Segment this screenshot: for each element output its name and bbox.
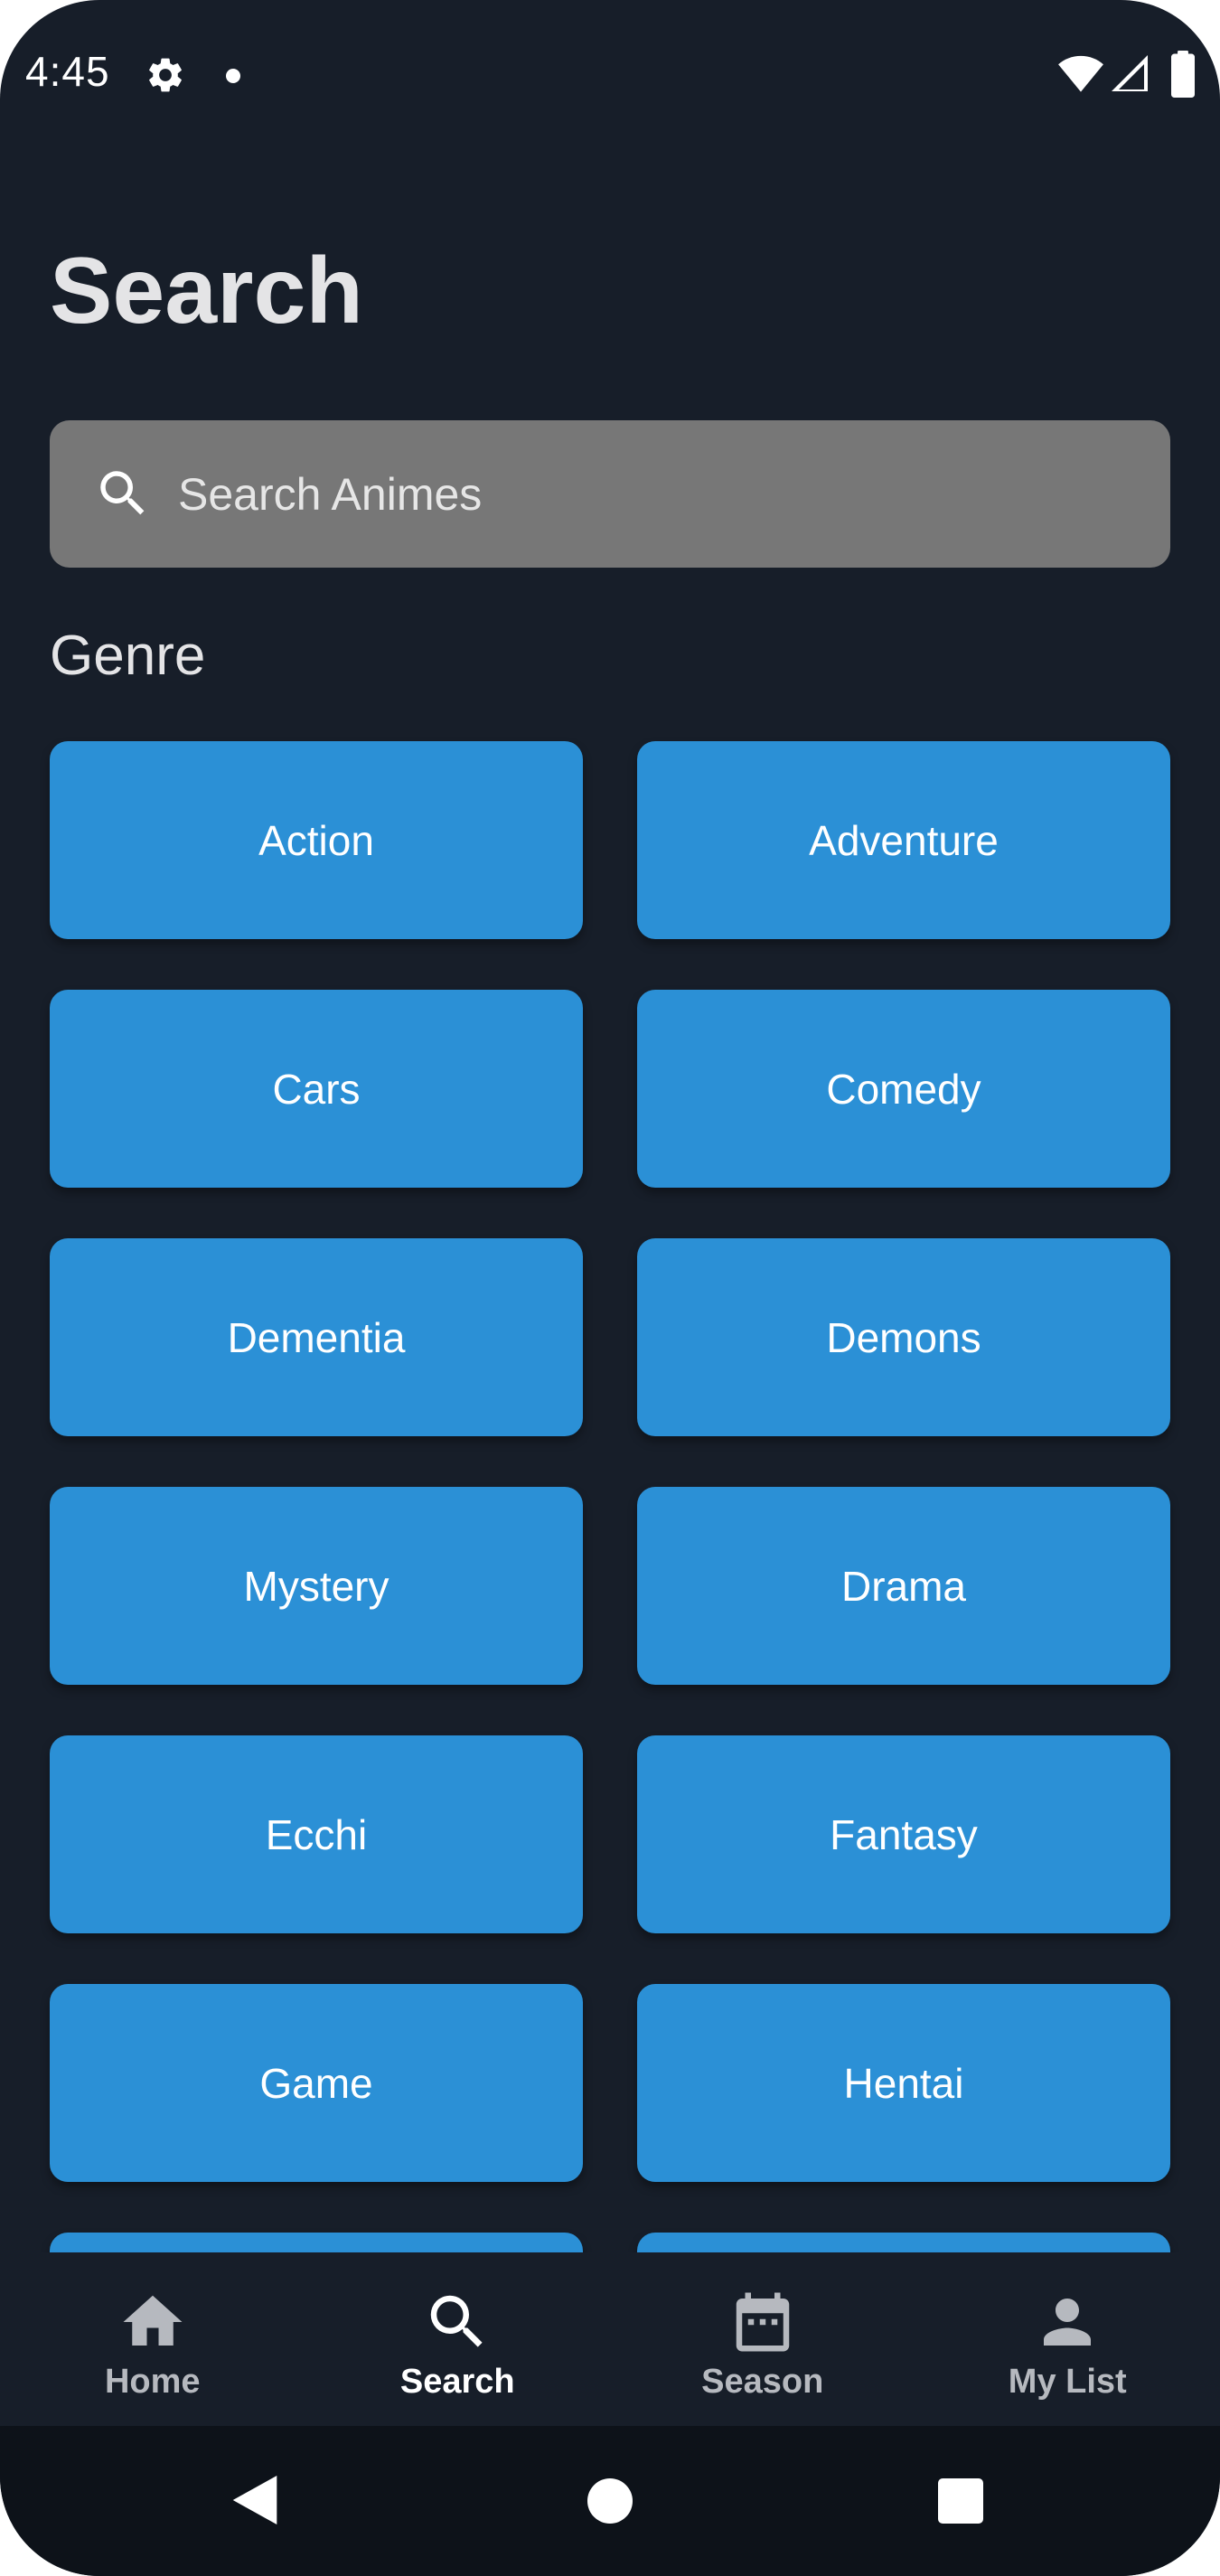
genre-label: Demons bbox=[826, 1313, 981, 1361]
recents-icon[interactable] bbox=[938, 2478, 983, 2524]
genre-button-game[interactable]: Game bbox=[50, 1984, 583, 2182]
nav-label-my-list: My List bbox=[1008, 2363, 1127, 2401]
genre-button-partial-right[interactable] bbox=[637, 2233, 1170, 2252]
status-time: 4:45 bbox=[25, 48, 110, 95]
search-field[interactable] bbox=[50, 420, 1170, 568]
genre-button-dementia[interactable]: Dementia bbox=[50, 1238, 583, 1436]
genre-button-hentai[interactable]: Hentai bbox=[637, 1984, 1170, 2182]
genre-label: Fantasy bbox=[830, 1810, 978, 1858]
genre-button-adventure[interactable]: Adventure bbox=[637, 741, 1170, 939]
genre-label: Drama bbox=[840, 1562, 967, 1610]
genre-button-mystery[interactable]: Mystery bbox=[50, 1487, 583, 1685]
nav-item-search[interactable]: Search bbox=[305, 2252, 611, 2426]
nav-item-home[interactable]: Home bbox=[0, 2252, 305, 2426]
signal-icon bbox=[1112, 55, 1148, 91]
home-button-icon[interactable] bbox=[587, 2478, 633, 2524]
genre-label: Adventure bbox=[809, 816, 999, 864]
search-input[interactable] bbox=[173, 420, 1131, 568]
app-screen: 4:45 Search Genre Action bbox=[0, 0, 1220, 2576]
genre-heading: Genre bbox=[50, 625, 206, 687]
nav-label-search: Search bbox=[399, 2363, 515, 2401]
genre-label: Ecchi bbox=[265, 1810, 368, 1858]
genre-button-drama[interactable]: Drama bbox=[637, 1487, 1170, 1685]
genre-button-comedy[interactable]: Comedy bbox=[637, 990, 1170, 1188]
bottom-nav: Home Search Season My List bbox=[0, 2252, 1220, 2426]
battery-icon bbox=[1171, 51, 1195, 98]
genre-label: Mystery bbox=[243, 1562, 389, 1610]
genre-list[interactable]: Action Adventure Cars Comedy Dementia De… bbox=[0, 723, 1220, 2252]
search-icon bbox=[431, 2295, 483, 2347]
home-icon bbox=[123, 2295, 183, 2346]
calendar-icon bbox=[736, 2292, 789, 2352]
status-bar: 4:45 bbox=[0, 0, 1220, 154]
genre-label: Action bbox=[258, 816, 374, 864]
nav-label-home: Home bbox=[104, 2363, 201, 2401]
genre-label: Hentai bbox=[843, 2059, 964, 2107]
wifi-icon bbox=[1058, 55, 1103, 92]
genre-label: Game bbox=[259, 2059, 373, 2107]
genre-button-fantasy[interactable]: Fantasy bbox=[637, 1735, 1170, 1933]
page-title: Search bbox=[50, 239, 363, 343]
genre-button-action[interactable]: Action bbox=[50, 741, 583, 939]
genre-label: Dementia bbox=[227, 1313, 406, 1361]
system-nav-bar bbox=[0, 2426, 1220, 2576]
genre-button-cars[interactable]: Cars bbox=[50, 990, 583, 1188]
notification-dot bbox=[226, 69, 240, 83]
person-icon bbox=[1044, 2299, 1092, 2346]
nav-label-season: Season bbox=[701, 2363, 824, 2401]
back-icon[interactable] bbox=[230, 2473, 279, 2527]
search-icon bbox=[100, 471, 145, 515]
genre-button-ecchi[interactable]: Ecchi bbox=[50, 1735, 583, 1933]
genre-label: Comedy bbox=[826, 1065, 981, 1113]
nav-item-my-list[interactable]: My List bbox=[915, 2252, 1220, 2426]
genre-label: Cars bbox=[272, 1065, 361, 1113]
nav-item-season[interactable]: Season bbox=[610, 2252, 915, 2426]
genre-button-partial-left[interactable] bbox=[50, 2233, 583, 2252]
genre-grid: Action Adventure Cars Comedy Dementia De… bbox=[50, 741, 1170, 2252]
genre-button-demons[interactable]: Demons bbox=[637, 1238, 1170, 1436]
gear-icon bbox=[149, 58, 182, 92]
